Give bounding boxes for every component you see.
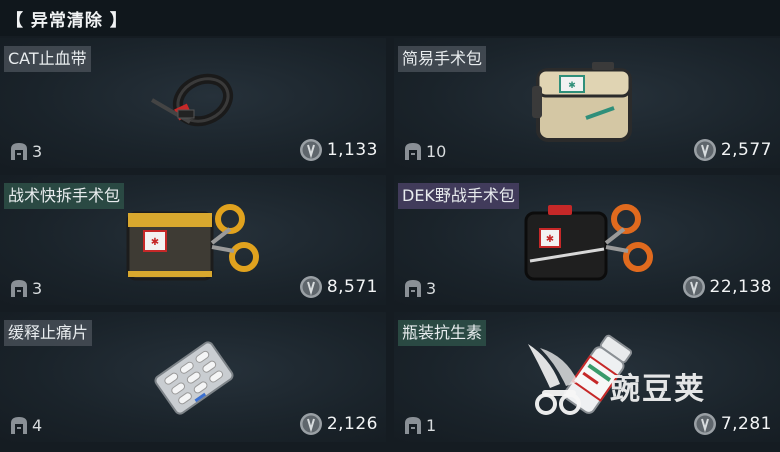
item-quantity: 3 (8, 277, 42, 299)
container-icon (11, 143, 27, 160)
price-value: 2,126 (326, 414, 378, 434)
watermark-text: 豌豆荚 (610, 372, 706, 407)
item-price: 2,577 (693, 138, 772, 162)
item-card-simple-surgery-kit[interactable]: 简易手术包 ✱ 10 2,577 (394, 38, 780, 168)
item-card-slow-release-painkiller[interactable]: 缓释止痛片 4 2,126 (0, 312, 386, 442)
dek-field-surgery-kit-icon: ✱ (524, 204, 653, 281)
currency-coin-icon (693, 139, 716, 161)
price-value: 1,133 (326, 140, 378, 160)
item-price: 8,571 (299, 275, 378, 299)
item-price: 22,138 (682, 275, 772, 299)
quantity-value: 3 (32, 141, 43, 161)
item-quantity: 3 (402, 277, 436, 299)
item-name: 缓释止痛片 (4, 320, 93, 346)
currency-coin-icon (299, 413, 322, 435)
item-price: 1,133 (299, 138, 378, 162)
container-icon (11, 280, 27, 297)
item-price: 2,126 (299, 412, 378, 436)
section-title: 【 异常清除 】 (6, 11, 128, 31)
item-quantity: 1 (402, 414, 436, 436)
quantity-value: 1 (426, 415, 437, 435)
svg-text:✱: ✱ (568, 81, 576, 91)
item-name: DEK野战手术包 (398, 183, 519, 209)
simple-surgery-kit-icon: ✱ (532, 62, 632, 142)
tourniquet-icon (150, 73, 234, 127)
svg-text:✱: ✱ (151, 237, 159, 248)
svg-text:✱: ✱ (546, 234, 554, 245)
price-value: 2,577 (720, 140, 772, 160)
container-icon (405, 143, 421, 160)
currency-coin-icon (299, 139, 322, 161)
price-value: 22,138 (709, 277, 772, 297)
item-card-cat-tourniquet[interactable]: CAT止血带 3 1,133 (0, 38, 386, 168)
item-quantity: 10 (402, 140, 446, 162)
quantity-value: 4 (32, 415, 43, 435)
currency-coin-icon (682, 276, 705, 298)
container-icon (405, 417, 421, 434)
item-name: 战术快拆手术包 (4, 183, 125, 209)
wandoujia-logo-icon (528, 344, 581, 415)
item-name: 瓶装抗生素 (398, 320, 487, 346)
item-quantity: 3 (8, 140, 42, 162)
item-card-tactical-surgery-kit[interactable]: 战术快拆手术包 ✱ 3 8,571 (0, 175, 386, 305)
container-icon (11, 417, 27, 434)
section-header: 【 异常清除 】 (0, 0, 780, 36)
tactical-surgery-kit-icon: ✱ (126, 204, 259, 281)
price-value: 8,571 (326, 277, 378, 297)
item-name: CAT止血带 (4, 46, 91, 72)
currency-coin-icon (299, 276, 322, 298)
painkiller-blister-icon (154, 341, 234, 415)
item-name: 简易手术包 (398, 46, 487, 72)
item-quantity: 4 (8, 414, 42, 436)
item-card-dek-field-surgery-kit[interactable]: DEK野战手术包 ✱ 3 22,138 (394, 175, 780, 305)
quantity-value: 10 (426, 141, 447, 161)
container-icon (405, 280, 421, 297)
watermark: 豌豆荚 (520, 338, 770, 418)
quantity-value: 3 (426, 278, 437, 298)
quantity-value: 3 (32, 278, 43, 298)
